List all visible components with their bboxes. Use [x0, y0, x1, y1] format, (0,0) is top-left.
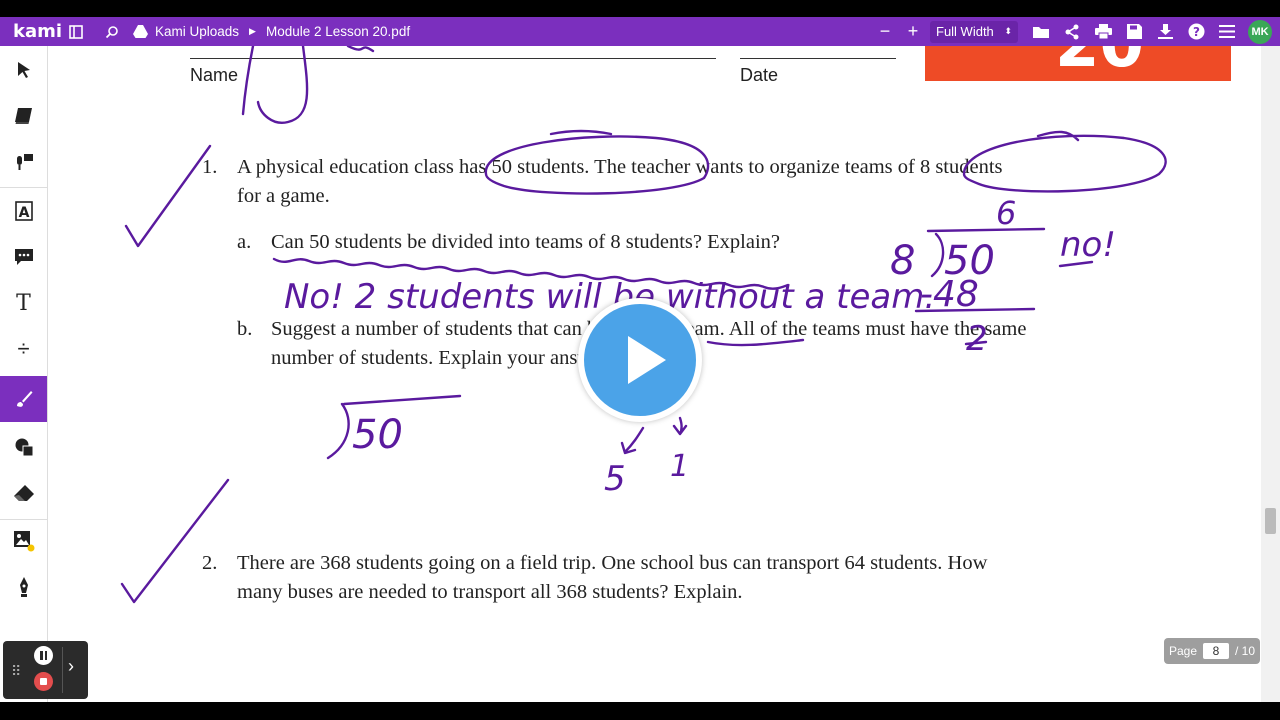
pause-icon[interactable]: [34, 646, 53, 665]
user-avatar[interactable]: MK: [1248, 19, 1272, 44]
expand-chevron-icon[interactable]: ›: [68, 656, 74, 677]
ink-circle-50-students: [484, 129, 710, 195]
menu-icon[interactable]: [1216, 21, 1238, 43]
zoom-select[interactable]: Full Width ⬍: [930, 20, 1018, 43]
drive-icon: [129, 21, 151, 43]
tools-sidebar: A T ÷: [0, 46, 48, 702]
text-tool[interactable]: T: [0, 281, 47, 325]
drawing-tool[interactable]: [0, 376, 47, 422]
svg-text:?: ?: [1193, 25, 1200, 39]
zoom-out-icon[interactable]: −: [874, 21, 896, 43]
zoom-in-icon[interactable]: +: [902, 21, 924, 43]
ink-arrows: [620, 416, 688, 455]
stop-icon[interactable]: [34, 672, 53, 691]
recording-widget: ⠿ ›: [3, 641, 88, 699]
add-media-tool[interactable]: [0, 519, 47, 563]
scrollbar-thumb[interactable]: [1265, 508, 1276, 534]
open-folder-icon[interactable]: [1030, 21, 1052, 43]
kami-logo: kami: [13, 21, 63, 42]
page-number-input[interactable]: 8: [1203, 643, 1229, 659]
ink-division-subtract: -48: [920, 274, 979, 315]
zoom-select-label: Full Width: [936, 24, 994, 39]
search-icon[interactable]: [101, 21, 123, 43]
ink-b-digit-right: 1: [670, 449, 689, 484]
eraser-tool[interactable]: [0, 471, 47, 515]
play-icon: [628, 336, 666, 384]
ink-underline-each-team: [706, 338, 805, 347]
share-icon[interactable]: [1061, 21, 1083, 43]
dictionary-tool[interactable]: [0, 94, 47, 138]
breadcrumb-chevron-icon: ▶: [249, 26, 256, 36]
markup-tool[interactable]: A: [0, 189, 47, 233]
ink-circle-8-students: [962, 130, 1167, 193]
breadcrumb-file: Module 2 Lesson 20.pdf: [265, 24, 411, 39]
vertical-scrollbar[interactable]: [1261, 46, 1280, 702]
ink-b-digit-left: 5: [604, 459, 626, 499]
comment-tool[interactable]: [0, 235, 47, 279]
signature-tool[interactable]: [0, 565, 47, 609]
ink-top-scribble: [241, 46, 375, 124]
drag-handle-icon[interactable]: ⠿: [11, 663, 21, 680]
sidebar-toggle-icon[interactable]: [65, 21, 87, 43]
save-icon[interactable]: [1123, 21, 1145, 43]
ink-no-note: no!: [1060, 225, 1116, 265]
ink-b-dividend: 50: [352, 412, 403, 458]
right-toolbar: − + Full Width ⬍ ? MK: [874, 17, 1272, 46]
page-label: Page: [1168, 644, 1197, 658]
video-play-button[interactable]: [578, 298, 702, 422]
ink-division-quotient: 6: [996, 194, 1016, 232]
breadcrumb-folder[interactable]: Kami Uploads: [155, 24, 239, 39]
page-indicator: Page 8 / 10: [1164, 638, 1260, 664]
shapes-tool[interactable]: [0, 425, 47, 469]
help-icon[interactable]: ?: [1185, 21, 1207, 43]
top-toolbar: kami Kami Uploads ▶ Module 2 Lesson 20.p…: [0, 17, 1280, 46]
voice-comment-tool[interactable]: [0, 140, 47, 184]
select-tool[interactable]: [0, 48, 47, 92]
page-total: / 10: [1235, 644, 1256, 658]
print-icon[interactable]: [1092, 21, 1114, 43]
ink-division-divisor: 8: [890, 238, 915, 284]
svg-text:A: A: [18, 205, 29, 221]
ink-division-remainder: 2: [966, 319, 988, 359]
ink-check-q2: [120, 478, 230, 604]
select-arrows-icon: ⬍: [1004, 26, 1012, 36]
equation-tool[interactable]: ÷: [0, 327, 47, 371]
ink-check-q1: [124, 144, 212, 248]
download-icon[interactable]: [1154, 21, 1176, 43]
